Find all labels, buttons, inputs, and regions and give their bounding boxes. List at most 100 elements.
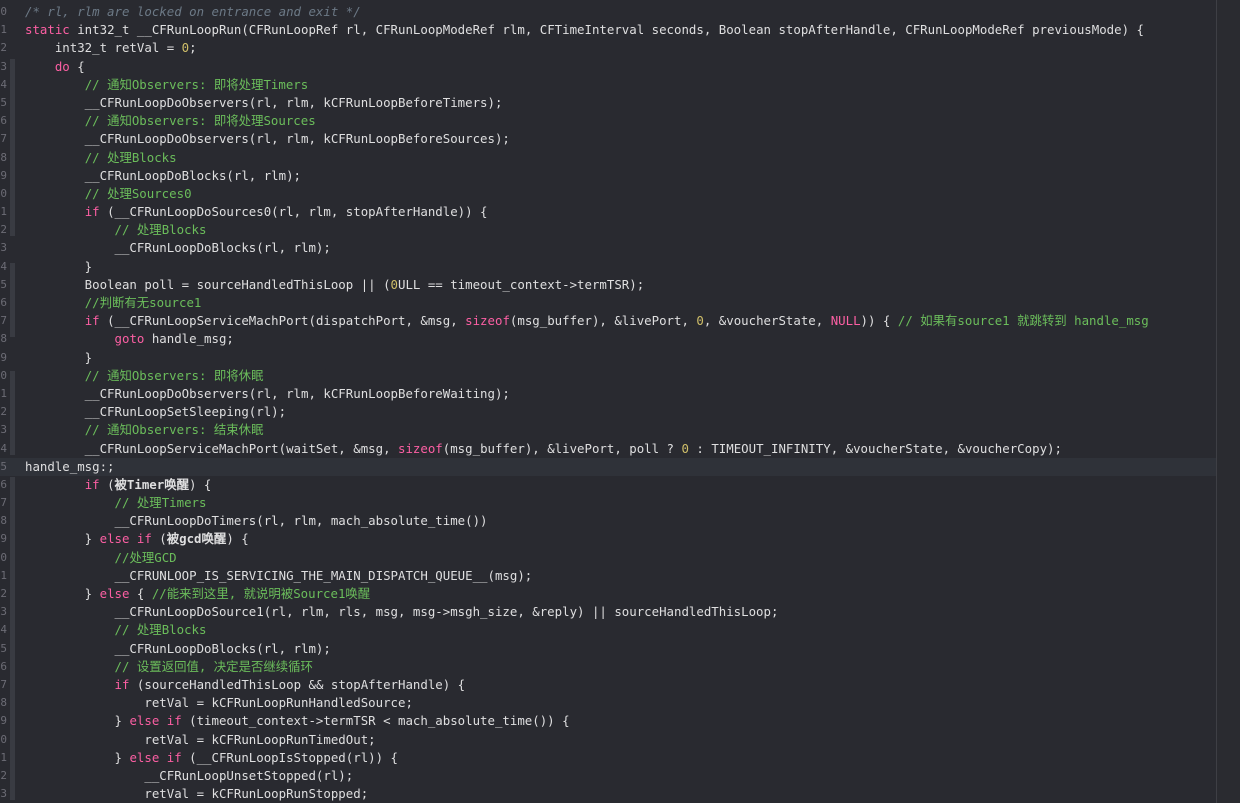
code-token: : TIMEOUT_INFINITY, &voucherState, &vouc… [688,440,1062,456]
code-editor[interactable]: 0 /* rl, rlm are locked on entrance and e… [0,0,1240,803]
code-line[interactable]: 2 int32_t retVal = 0; [0,39,1216,57]
code-token: int32_t __CFRunLoopRun(CFRunLoopRef rl, … [69,22,1144,38]
line-number: 6 [0,659,7,673]
code-token: __CFRunLoopDoObservers(rl, rlm, kCFRunLo… [25,385,510,401]
code-line[interactable]: 0 // 通知Observers: 即将休眠 [0,367,1216,385]
code-token: { [69,58,85,74]
code-line[interactable]: 3 do { [0,58,1216,76]
code-token: handle_msg:; [25,458,115,474]
line-number: 1 [0,750,7,764]
line-number: 8 [0,514,7,528]
code-text: } else if (被gcd唤醒) { [25,530,249,548]
code-token: __CFRunLoopDoObservers(rl, rlm, kCFRunLo… [25,94,503,110]
line-number: 3 [0,787,7,801]
code-line[interactable]: 5 __CFRunLoopDoObservers(rl, rlm, kCFRun… [0,94,1216,112]
code-line[interactable]: 3 __CFRunLoopDoSource1(rl, rlm, rls, msg… [0,603,1216,621]
code-text: __CFRUNLOOP_IS_SERVICING_THE_MAIN_DISPAT… [25,567,533,585]
code-line[interactable]: 2 } else { //能来到这里, 就说明被Source1唤醒 [0,585,1216,603]
line-number: 9 [0,350,7,364]
code-token: // 通知Observers: 即将处理Sources [84,113,316,129]
line-number: 2 [0,223,7,237]
code-token: __CFRunLoopServiceMachPort(waitSet, &msg… [25,440,398,456]
code-line[interactable]: 2 __CFRunLoopUnsetStopped(rl); [0,767,1216,785]
code-token: 0 [181,40,190,56]
code-line[interactable]: 8 __CFRunLoopDoTimers(rl, rlm, mach_abso… [0,512,1216,530]
code-line[interactable]: 8 // 处理Blocks [0,149,1216,167]
vertical-scrollbar[interactable] [1216,0,1240,803]
code-line[interactable]: 7 __CFRunLoopDoObservers(rl, rlm, kCFRun… [0,130,1216,148]
code-line[interactable]: 8 retVal = kCFRunLoopRunHandledSource; [0,694,1216,712]
code-line[interactable]: 4 // 处理Blocks [0,621,1216,639]
code-line[interactable]: 1 if (__CFRunLoopDoSources0(rl, rlm, sto… [0,203,1216,221]
code-text: goto handle_msg; [25,330,234,348]
code-line[interactable]: 6 //判断有无source1 [0,294,1216,312]
line-number: 4 [0,77,7,91]
code-line[interactable]: 0 //处理GCD [0,549,1216,567]
code-token: // 设置返回值, 决定是否继续循环 [114,658,313,674]
code-text: } else if (timeout_context->termTSR < ma… [25,712,570,730]
line-number: 2 [0,41,7,55]
code-token: handle_msg; [144,331,234,347]
code-line[interactable]: 6 // 通知Observers: 即将处理Sources [0,112,1216,130]
code-line[interactable]: 3 __CFRunLoopDoBlocks(rl, rlm); [0,239,1216,257]
code-token: retVal = kCFRunLoopRunHandledSource; [25,695,413,711]
line-number: 2 [0,768,7,782]
code-token: ULL == timeout_context->termTSR); [398,276,645,292]
code-line[interactable]: 4 __CFRunLoopServiceMachPort(waitSet, &m… [0,440,1216,458]
code-line[interactable]: 3 // 通知Observers: 结束休眠 [0,421,1216,439]
code-token: __CFRunLoopDoBlocks(rl, rlm); [25,640,331,656]
code-line[interactable]: 5 Boolean poll = sourceHandledThisLoop |… [0,276,1216,294]
code-token: //处理GCD [114,549,177,565]
code-text: Boolean poll = sourceHandledThisLoop || … [25,276,645,294]
code-text: do { [25,58,85,76]
code-token: retVal = kCFRunLoopRunTimedOut; [25,731,376,747]
code-line[interactable]: 1 __CFRunLoopDoObservers(rl, rlm, kCFRun… [0,385,1216,403]
code-line[interactable]: 4 } [0,258,1216,276]
code-text: // 通知Observers: 即将处理Timers [25,76,309,94]
code-token: __CFRunLoopDoBlocks(rl, rlm); [25,240,331,256]
code-line[interactable]: 0 /* rl, rlm are locked on entrance and e… [0,3,1216,21]
code-text: __CFRunLoopUnsetStopped(rl); [25,767,353,785]
line-number: 7 [0,496,7,510]
code-line[interactable]: 9 __CFRunLoopDoBlocks(rl, rlm); [0,167,1216,185]
code-token: __CFRunLoopSetSleeping(rl); [25,404,287,420]
line-number: 8 [0,696,7,710]
code-line[interactable]: 8 goto handle_msg; [0,330,1216,348]
code-line[interactable]: 9 } else if (被gcd唤醒) { [0,530,1216,548]
code-token: NULL [830,313,861,329]
code-token: // 如果有source1 就跳转到 handle_msg [897,313,1149,329]
code-line[interactable]: 7 if (sourceHandledThisLoop && stopAfter… [0,676,1216,694]
code-token: sizeof [398,440,443,456]
code-line[interactable]: 7 // 处理Timers [0,494,1216,512]
line-number: 5 [0,277,7,291]
code-line[interactable]: 2 __CFRunLoopSetSleeping(rl); [0,403,1216,421]
fold-ribbon [10,263,15,337]
code-line[interactable]: 9 } [0,349,1216,367]
code-line[interactable]: 7 if (__CFRunLoopServiceMachPort(dispatc… [0,312,1216,330]
code-token: //能来到这里, 就说明被Source1唤醒 [151,586,371,601]
code-line[interactable]: 6 // 设置返回值, 决定是否继续循环 [0,658,1216,676]
code-line[interactable]: 5 handle_msg:; [0,457,1216,476]
code-line[interactable]: 1 } else if (__CFRunLoopIsStopped(rl)) { [0,749,1216,767]
code-token: } [25,531,100,547]
code-token: static [25,22,70,38]
fold-ribbon [10,59,15,236]
code-line[interactable]: 2 // 处理Blocks [0,221,1216,239]
code-line[interactable]: 9 } else if (timeout_context->termTSR < … [0,712,1216,730]
code-line[interactable]: 0 retVal = kCFRunLoopRunTimedOut; [0,731,1216,749]
code-token: } [25,586,100,601]
code-text: // 处理Blocks [25,221,207,239]
code-line[interactable]: 1 static int32_t __CFRunLoopRun(CFRunLoop… [0,21,1216,39]
code-line[interactable]: 6 if (被Timer唤醒) { [0,476,1216,494]
code-line[interactable]: 3 retVal = kCFRunLoopRunStopped; [0,785,1216,803]
code-line[interactable]: 1 __CFRUNLOOP_IS_SERVICING_THE_MAIN_DISP… [0,567,1216,585]
code-line[interactable]: 5 __CFRunLoopDoBlocks(rl, rlm); [0,640,1216,658]
code-line[interactable]: 4 // 通知Observers: 即将处理Timers [0,76,1216,94]
code-text: __CFRunLoopServiceMachPort(waitSet, &msg… [25,440,1062,458]
code-text: if (__CFRunLoopDoSources0(rl, rlm, stopA… [25,203,488,221]
code-lines[interactable]: 0 /* rl, rlm are locked on entrance and e… [0,3,1240,803]
code-line[interactable]: 0 // 处理Sources0 [0,185,1216,203]
